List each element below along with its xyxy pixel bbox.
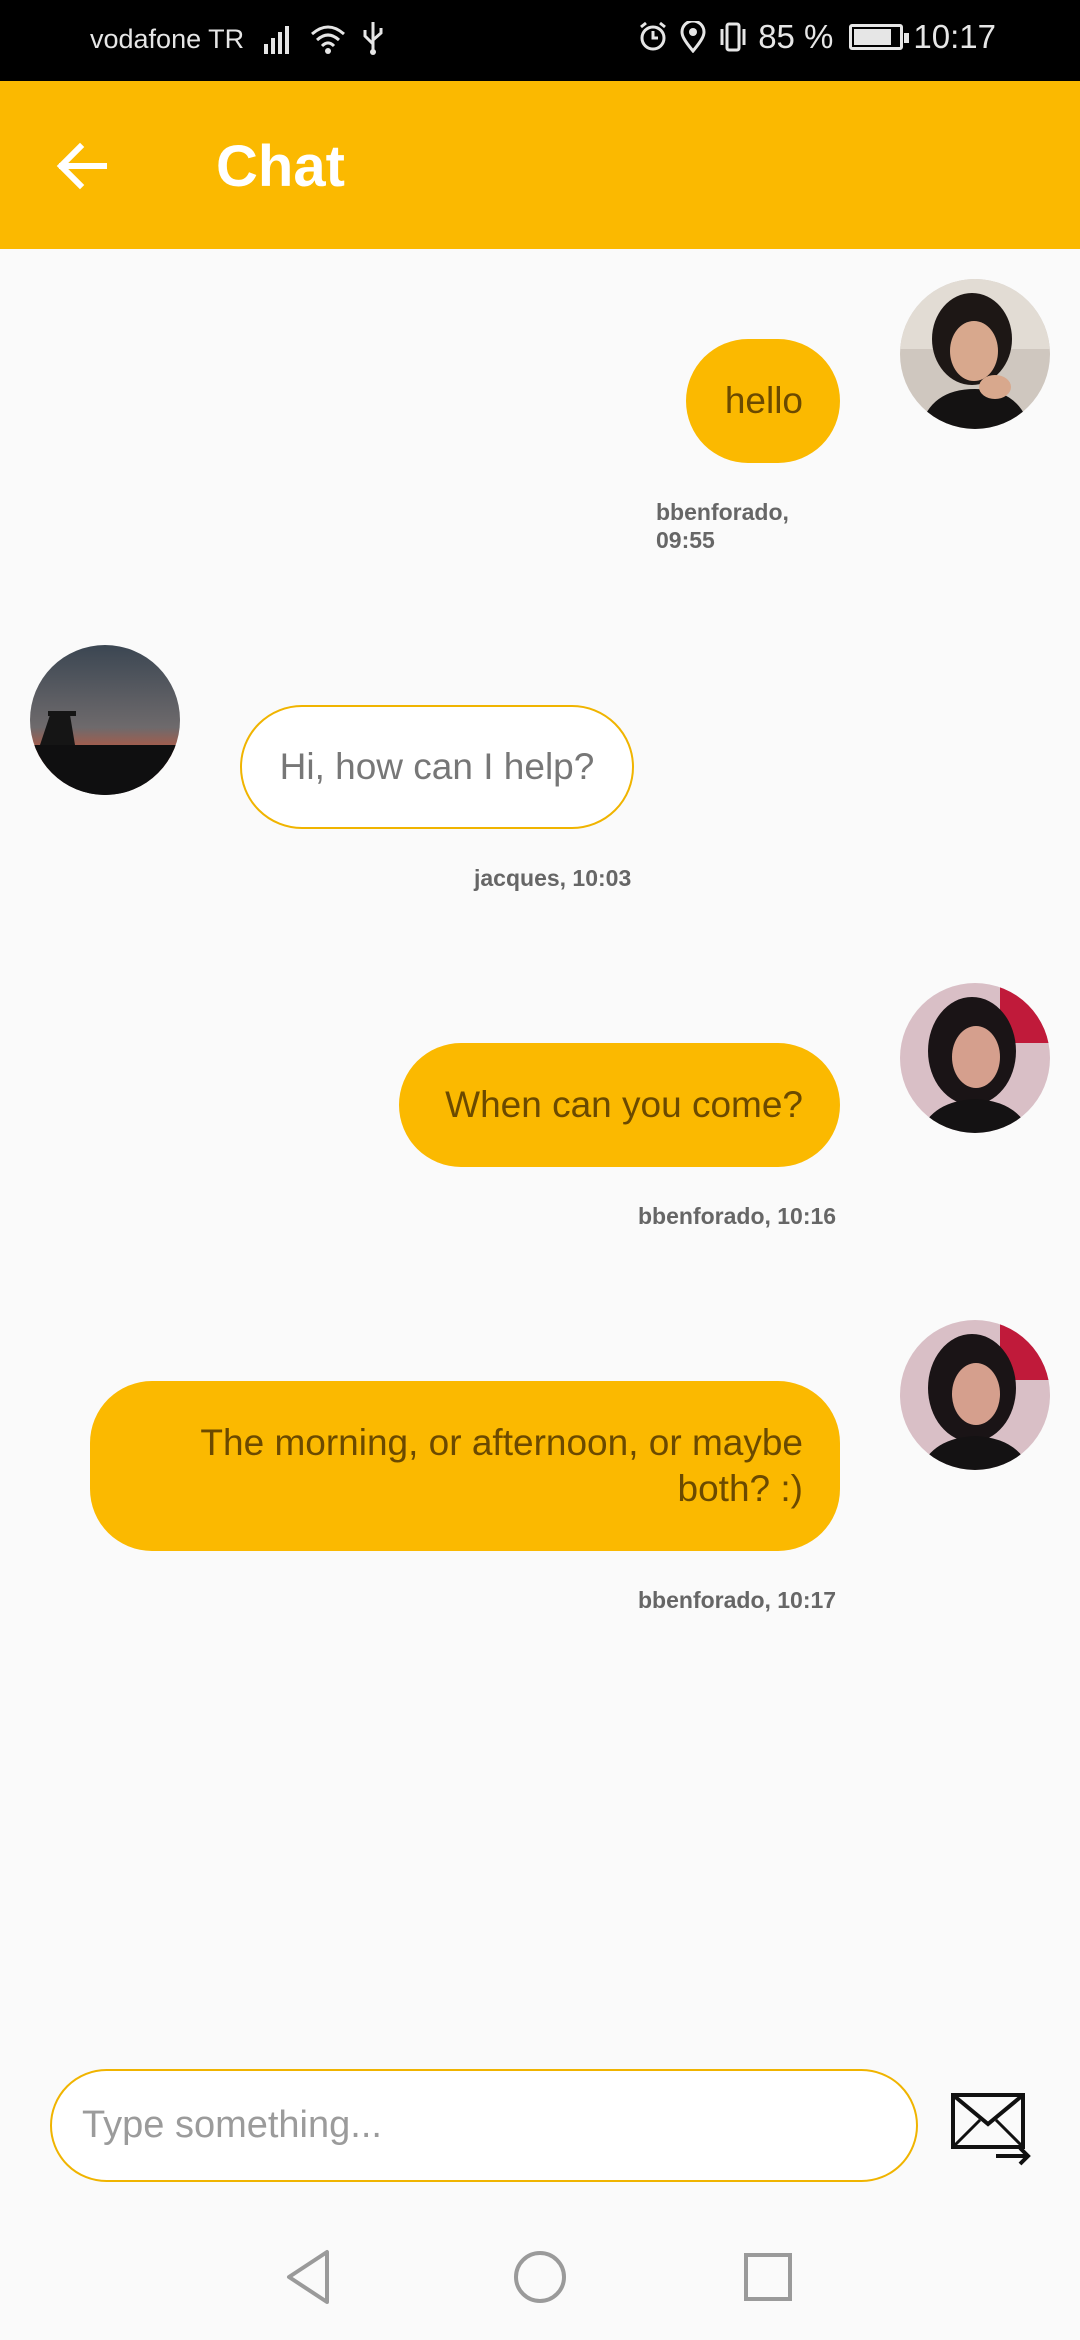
nav-home-icon[interactable] <box>505 2242 575 2312</box>
message-meta: bbenforado, 10:17 <box>638 1587 837 1613</box>
sender-avatar <box>900 983 1050 1133</box>
message-bubble[interactable]: When can you come? <box>399 1043 840 1167</box>
message-bubble[interactable]: The morning, or afternoon, or maybe both… <box>90 1381 840 1551</box>
nav-recents-icon[interactable] <box>733 2242 803 2312</box>
send-envelope-icon[interactable] <box>950 2092 1032 2166</box>
app-bar: Chat <box>0 81 1080 249</box>
message-text: The morning, or afternoon, or maybe both… <box>200 1422 803 1509</box>
status-right: 85 % 10:17 <box>638 18 996 56</box>
battery-icon <box>849 24 910 50</box>
wifi-icon <box>311 25 345 54</box>
status-bar: vodafone TR 85 % 10:17 <box>0 0 1080 81</box>
location-icon <box>680 21 706 53</box>
message-meta: bbenforado, 10:16 <box>638 1203 837 1229</box>
sender-avatar <box>900 279 1050 429</box>
usb-icon <box>363 22 383 55</box>
carrier-name: vodafone TR <box>90 24 245 54</box>
page-title: Chat <box>216 134 345 199</box>
alarm-icon <box>640 21 667 51</box>
vibrate-icon <box>720 22 746 52</box>
message-bubble[interactable]: Hi, how can I help? <box>240 705 634 829</box>
recipient-avatar <box>30 645 180 795</box>
woman-portrait-icon <box>900 983 1050 1133</box>
woman-portrait-icon <box>900 279 1050 429</box>
signal-icon <box>264 26 289 54</box>
message-meta: bbenforado, 09:55 <box>656 499 789 553</box>
message-input[interactable] <box>50 2069 918 2182</box>
network-icons <box>262 20 386 56</box>
woman-portrait-icon <box>900 1320 1050 1470</box>
sunset-photo-icon <box>30 645 180 795</box>
sender-avatar <box>900 1320 1050 1470</box>
message-text: Hi, how can I help? <box>279 746 595 787</box>
battery-level <box>854 29 892 45</box>
message-text: When can you come? <box>445 1084 803 1125</box>
message-text: hello <box>724 380 803 421</box>
message-meta: jacques, 10:03 <box>474 865 632 891</box>
back-arrow-icon[interactable] <box>50 133 116 199</box>
system-nav-bar <box>0 2214 1080 2340</box>
nav-back-icon[interactable] <box>275 2242 345 2312</box>
chat-screen: vodafone TR 85 % 10:17 Chat hello bbenfo… <box>0 0 1080 2340</box>
clock: 10:17 <box>913 18 996 55</box>
message-bubble[interactable]: hello <box>686 339 840 463</box>
battery-percent: 85 % <box>758 18 834 55</box>
